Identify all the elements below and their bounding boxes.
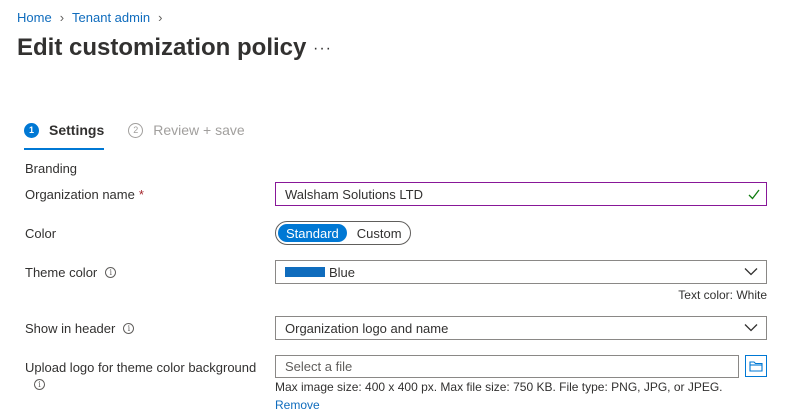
wizard-tabs: 1 Settings 2 Review + save [24,118,245,150]
more-options-button[interactable]: ··· [313,40,332,58]
tab-label: Review + save [153,122,245,138]
color-option-standard[interactable]: Standard [278,224,347,242]
active-tab-indicator [24,148,105,150]
breadcrumb-home-link[interactable]: Home [17,10,52,25]
org-name-input[interactable]: Walsham Solutions LTD [275,182,767,206]
page: Home › Tenant admin › Edit customization… [0,0,791,416]
color-swatch [285,267,325,277]
remove-logo-link[interactable]: Remove [275,398,320,412]
upload-logo-label: Upload logo for theme color background [25,360,257,375]
checkmark-icon [748,189,760,200]
theme-color-dropdown[interactable]: Blue [275,260,767,284]
chevron-down-icon [744,268,758,276]
show-in-header-value: Organization logo and name [285,320,449,336]
section-heading-branding: Branding [25,161,78,176]
org-name-label-text: Organization name [25,187,135,202]
text-color-note: Text color: White [678,288,767,302]
tab-settings[interactable]: 1 Settings [24,118,105,150]
breadcrumb-tenant-admin-link[interactable]: Tenant admin [72,10,150,25]
show-in-header-label-text: Show in header [25,321,116,336]
upload-logo-file-input[interactable]: Select a file [275,355,739,378]
color-toggle: Standard Custom [275,221,411,245]
tab-review-save[interactable]: 2 Review + save [128,118,245,142]
theme-color-label-text: Theme color [25,265,98,280]
chevron-right-icon: › [158,10,163,25]
chevron-down-icon [744,324,758,332]
info-icon[interactable]: i [105,267,117,278]
browse-file-button[interactable] [745,355,767,377]
tab-label: Settings [49,122,105,138]
theme-color-label: Theme color i [25,265,117,280]
file-input-placeholder: Select a file [285,359,353,374]
step-number-badge: 2 [128,122,144,138]
page-title: Edit customization policy [17,34,307,61]
color-option-custom[interactable]: Custom [349,224,410,242]
info-icon[interactable]: i [123,323,135,334]
theme-color-value: Blue [329,264,356,280]
breadcrumb: Home › Tenant admin › [17,10,170,25]
upload-hint: Max image size: 400 x 400 px. Max file s… [275,380,723,394]
show-in-header-label: Show in header i [25,321,135,336]
color-label: Color [25,226,57,241]
step-number-badge: 1 [24,122,39,138]
chevron-right-icon: › [59,10,65,25]
required-asterisk: * [138,187,144,202]
show-in-header-dropdown[interactable]: Organization logo and name [275,316,767,340]
org-name-value: Walsham Solutions LTD [285,186,423,202]
folder-icon [749,361,763,372]
info-icon[interactable]: i [34,379,45,390]
org-name-label: Organization name * [25,187,144,202]
